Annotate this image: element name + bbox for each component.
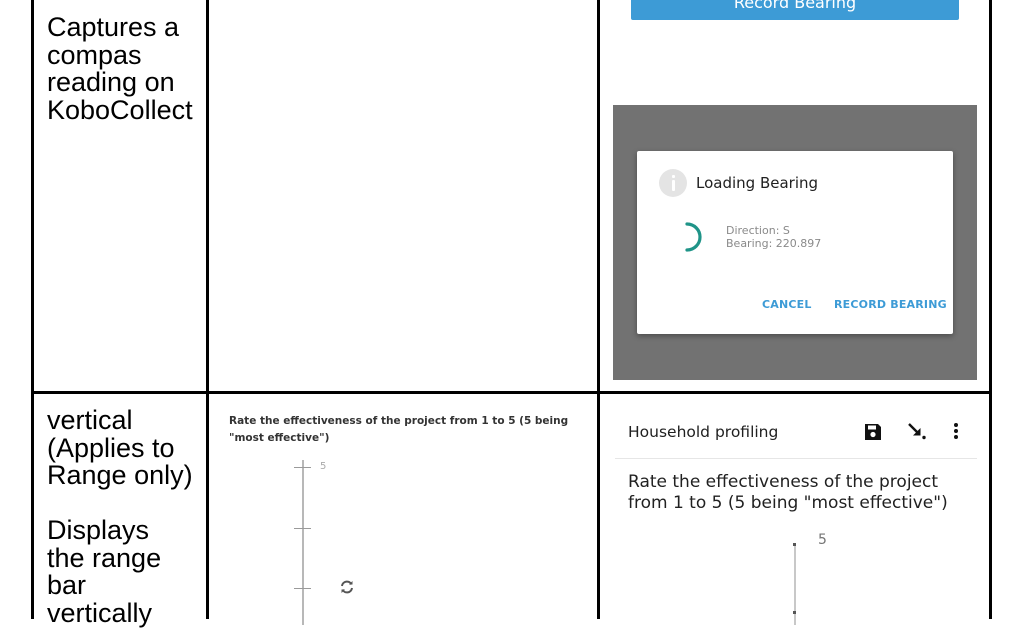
info-icon	[659, 169, 687, 197]
table-border-col1	[206, 0, 209, 619]
bearing-dialog-overlay: Loading Bearing Direction: S Bearing: 22…	[613, 105, 977, 380]
loading-bearing-dialog: Loading Bearing Direction: S Bearing: 22…	[637, 151, 953, 334]
table-border-col2	[597, 0, 600, 619]
enketo-range-tick	[294, 588, 311, 589]
table-border-left	[31, 0, 34, 619]
row1-desc-line: reading on	[47, 67, 175, 97]
direction-text: Direction: S	[726, 224, 790, 237]
row1-desc-line: compas	[47, 39, 142, 70]
reset-icon[interactable]	[339, 579, 355, 595]
row1-description: Captures a compas reading on KoboCollect	[47, 12, 193, 125]
enketo-range-max-label: 5	[320, 461, 327, 472]
record-bearing-button[interactable]: Record Bearing	[631, 0, 959, 20]
more-vert-icon[interactable]	[953, 422, 959, 440]
row2-description: vertical (Applies to Range only) Display…	[47, 405, 193, 628]
row2-desc-line: the range	[47, 542, 162, 573]
enketo-range-tick	[294, 528, 311, 529]
enketo-vertical-range-slider[interactable]	[302, 460, 304, 625]
table-border-right	[989, 0, 992, 619]
dialog-title: Loading Bearing	[696, 174, 819, 192]
progress-spinner-icon	[685, 222, 702, 252]
row2-desc-line: vertical	[47, 405, 133, 435]
row2-desc-line	[47, 490, 193, 518]
table-row-divider	[31, 391, 992, 394]
range-tick-dot	[793, 611, 796, 614]
bearing-text: Bearing: 220.897	[726, 237, 822, 250]
bearing-readout: Direction: S Bearing: 220.897	[726, 224, 821, 250]
row2-desc-line: Displays	[47, 515, 150, 545]
row2-desc-line: (Applies to	[47, 432, 175, 463]
record-bearing-dialog-button[interactable]: RECORD BEARING	[834, 298, 947, 311]
range-tick-dot	[793, 543, 796, 546]
row2-desc-line: Range only)	[47, 460, 193, 490]
cancel-button[interactable]: CANCEL	[762, 298, 812, 311]
row2-desc-line: bar	[47, 570, 87, 600]
enketo-range-tick	[294, 467, 311, 468]
row2-desc-line: vertically	[47, 597, 153, 628]
form-title: Household profiling	[628, 423, 779, 441]
row1-desc-line: Captures a	[47, 12, 180, 42]
jump-arrow-icon[interactable]	[907, 421, 927, 441]
kobocollect-question-label: Rate the effectiveness of the project fr…	[628, 472, 948, 513]
save-icon[interactable]	[864, 423, 882, 441]
kobocollect-range-max-label: 5	[818, 532, 827, 548]
enketo-question-label: Rate the effectiveness of the project fr…	[229, 415, 569, 444]
toolbar-divider	[615, 458, 977, 459]
row1-desc-line: KoboCollect	[47, 94, 193, 125]
